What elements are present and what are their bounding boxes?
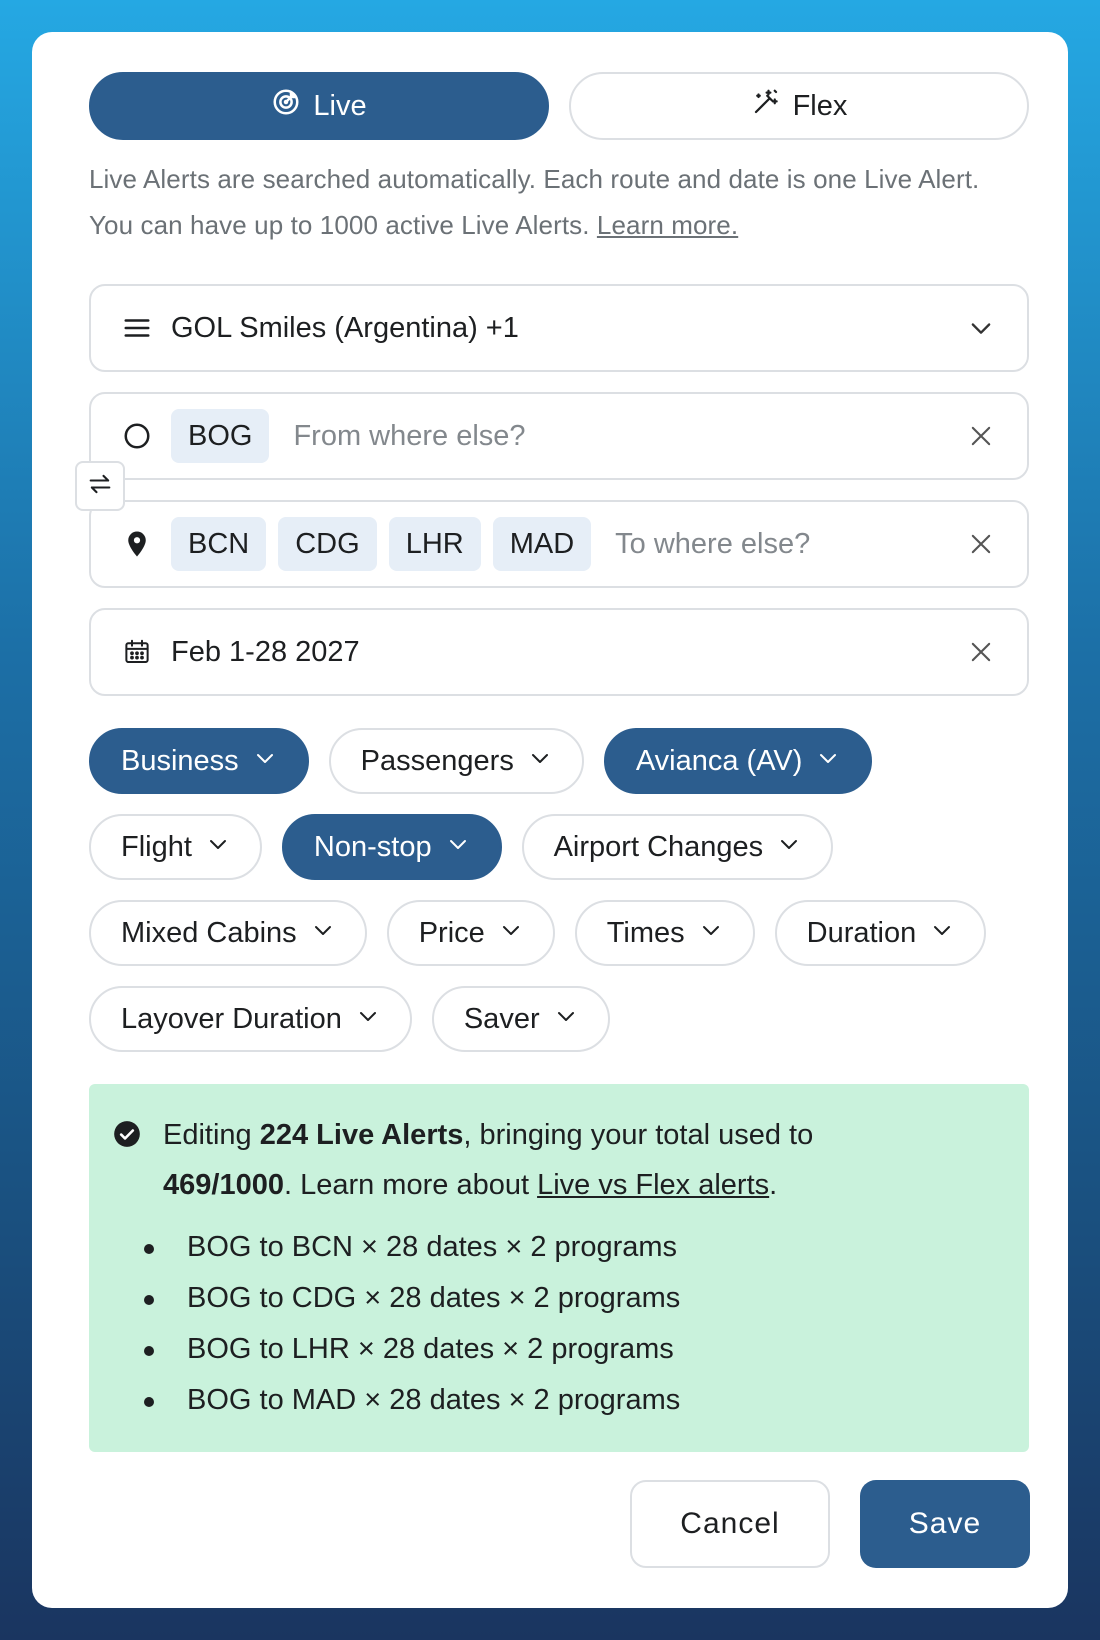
learn-more-link[interactable]: Learn more. (597, 210, 738, 240)
chevron-down-icon (528, 745, 552, 778)
filter-chip-label: Layover Duration (121, 1002, 342, 1035)
live-mode-label: Live (313, 89, 367, 122)
location-pin-icon (121, 528, 153, 560)
summary-middle: , bringing your total used to (463, 1119, 814, 1151)
check-circle-icon (113, 1120, 141, 1148)
filter-chip-label: Duration (806, 916, 917, 949)
filter-chip-cabin[interactable]: Business (89, 728, 309, 794)
chevron-down-icon (356, 1003, 380, 1036)
target-icon (271, 87, 301, 125)
chevron-down-icon (253, 745, 277, 778)
chevron-down-icon (206, 831, 230, 864)
chevron-down-icon (311, 917, 335, 950)
clear-destination-icon[interactable] (965, 528, 997, 560)
filter-chip-mixed-cabins[interactable]: Mixed Cabins (89, 900, 367, 966)
destination-tag[interactable]: MAD (492, 517, 592, 571)
clear-origin-icon[interactable] (965, 420, 997, 452)
list-item: BOG to LHR × 28 dates × 2 programs (144, 1324, 999, 1375)
filter-chip-stops[interactable]: Non-stop (281, 814, 502, 880)
menu-icon (121, 312, 153, 344)
chevron-down-icon[interactable] (965, 312, 997, 344)
destination-field[interactable]: BCN CDG LHR MAD To where else? (89, 500, 1029, 588)
destination-tag[interactable]: CDG (278, 517, 377, 571)
alert-total: 469/1000 (163, 1169, 284, 1201)
filter-chip-label: Avianca (AV) (635, 744, 803, 777)
chevron-down-icon (499, 917, 523, 950)
filter-chip-airline[interactable]: Avianca (AV) (603, 728, 873, 794)
mode-description-text: Live Alerts are searched automatically. … (89, 164, 980, 240)
destination-input[interactable]: To where else? (615, 528, 965, 561)
flex-mode-button[interactable]: Flex (569, 72, 1029, 140)
origin-field[interactable]: BOG From where else? (89, 392, 1029, 480)
filter-chip-label: Passengers (360, 744, 514, 777)
chevron-down-icon (930, 917, 954, 950)
alert-summary: Editing 224 Live Alerts, bringing your t… (89, 1084, 1029, 1452)
filter-chip-label: Business (121, 744, 239, 777)
filter-chip-airport-changes[interactable]: Airport Changes (521, 814, 834, 880)
edit-alert-dialog: Live Flex Live Alerts are searched autom… (32, 32, 1068, 1608)
swap-route-button[interactable] (75, 461, 125, 511)
chevron-down-icon (777, 831, 801, 864)
summary-after-total: . Learn more about (283, 1169, 538, 1201)
summary-suffix: . (769, 1169, 778, 1201)
destination-tag[interactable]: LHR (388, 517, 481, 571)
chevron-down-icon (446, 831, 470, 864)
summary-text: Editing 224 Live Alerts, bringing your t… (163, 1110, 813, 1210)
save-button[interactable]: Save (860, 1480, 1030, 1568)
filter-chip-duration[interactable]: Duration (774, 900, 987, 966)
program-select[interactable]: GOL Smiles (Argentina) +1 (89, 284, 1029, 372)
origin-input[interactable]: From where else? (293, 420, 965, 453)
filter-chip-passengers[interactable]: Passengers (328, 728, 584, 794)
live-vs-flex-link[interactable]: Live vs Flex alerts (537, 1169, 769, 1201)
filter-chip-flight[interactable]: Flight (89, 814, 262, 880)
filter-chip-label: Saver (463, 1002, 540, 1035)
cancel-button[interactable]: Cancel (630, 1480, 830, 1568)
flex-mode-label: Flex (792, 89, 848, 122)
chevron-down-icon (699, 917, 723, 950)
dialog-content: Live Flex Live Alerts are searched autom… (75, 72, 1029, 1452)
chevron-down-icon (816, 745, 840, 778)
filter-chip-layover-duration[interactable]: Layover Duration (89, 986, 412, 1052)
filter-chip-label: Times (606, 916, 685, 949)
filter-chip-label: Non-stop (313, 830, 432, 863)
dialog-footer: Cancel Save (630, 1480, 1030, 1568)
mode-description: Live Alerts are searched automatically. … (89, 156, 1029, 248)
mode-toggle: Live Flex (89, 72, 1029, 140)
list-item: BOG to MAD × 28 dates × 2 programs (144, 1375, 999, 1426)
list-item: BOG to CDG × 28 dates × 2 programs (144, 1273, 999, 1324)
calendar-icon (121, 636, 153, 668)
chevron-down-icon (554, 1003, 578, 1036)
date-field[interactable]: Feb 1-28 2027 (89, 608, 1029, 696)
clear-dates-icon[interactable] (965, 636, 997, 668)
program-select-value: GOL Smiles (Argentina) +1 (171, 311, 519, 344)
filter-chip-label: Airport Changes (553, 830, 764, 863)
circle-icon (121, 420, 153, 452)
filter-chip-price[interactable]: Price (386, 900, 555, 966)
origin-tag[interactable]: BOG (171, 409, 270, 463)
filter-chip-times[interactable]: Times (574, 900, 755, 966)
magic-wand-icon (751, 87, 781, 125)
live-mode-button[interactable]: Live (89, 72, 549, 140)
summary-prefix: Editing (163, 1119, 260, 1151)
filter-chips: Business Passengers Avianca (AV) Flight … (89, 728, 1029, 1052)
list-item: BOG to BCN × 28 dates × 2 programs (144, 1222, 999, 1273)
filter-chip-label: Price (418, 916, 485, 949)
alert-count: 224 Live Alerts (259, 1119, 464, 1151)
date-value: Feb 1-28 2027 (171, 635, 360, 668)
filter-chip-label: Mixed Cabins (121, 916, 297, 949)
filter-chip-saver[interactable]: Saver (431, 986, 610, 1052)
destination-tag[interactable]: BCN (171, 517, 267, 571)
swap-arrows-icon (86, 470, 114, 503)
route-breakdown-list: BOG to BCN × 28 dates × 2 programs BOG t… (144, 1222, 999, 1426)
filter-chip-label: Flight (121, 830, 192, 863)
